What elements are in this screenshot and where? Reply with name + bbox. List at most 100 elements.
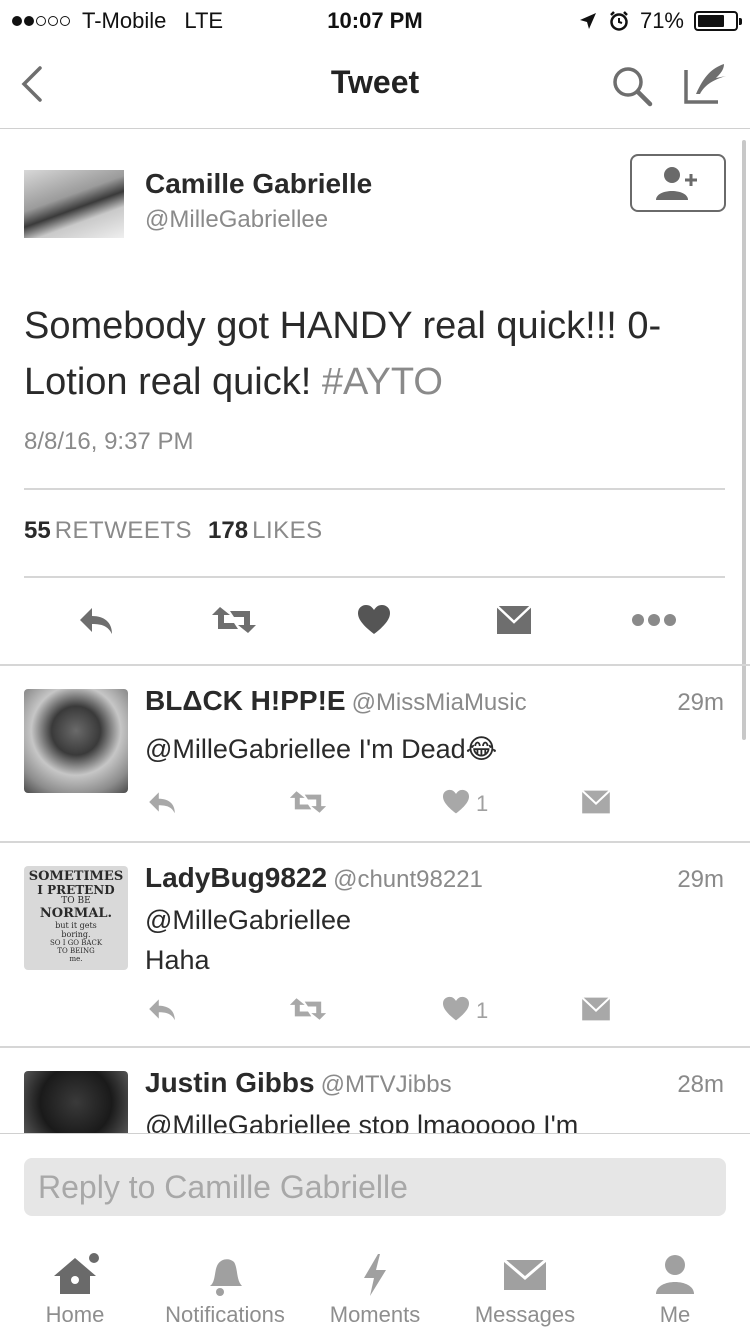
location-arrow-icon: [579, 13, 596, 29]
add-user-icon: [656, 167, 697, 200]
reply-time: 29m: [677, 866, 724, 893]
battery-icon: [694, 11, 742, 31]
reply-author[interactable]: Justin Gibbs @MTVJibbs: [145, 1067, 452, 1099]
likes-label: LIKES: [252, 517, 323, 544]
tab-home[interactable]: Home: [0, 1234, 150, 1334]
reply-tweet[interactable]: Justin Gibbs @MTVJibbs 28m @MilleGabriell…: [0, 1047, 750, 1133]
reply-author-handle: @MTVJibbs: [320, 1071, 452, 1098]
more-options-button[interactable]: [630, 600, 678, 640]
reply-input[interactable]: [24, 1158, 726, 1216]
like-button[interactable]: [436, 992, 476, 1026]
direct-message-button[interactable]: [490, 600, 538, 640]
reply-author-handle: @MissMiaMusic: [351, 689, 527, 716]
compose-tweet-button[interactable]: [682, 58, 730, 108]
like-count: 1: [476, 791, 489, 816]
tab-messages[interactable]: Messages: [450, 1234, 600, 1334]
retweet-button[interactable]: [288, 992, 328, 1026]
envelope-icon: [503, 1258, 547, 1290]
like-count: 1: [476, 998, 489, 1023]
tab-label: Home: [45, 1302, 105, 1327]
avatar-text: I PRETEND: [37, 883, 115, 897]
reply-avatar[interactable]: SOMETIMES I PRETEND TO BE NORMAL. but it…: [24, 866, 128, 970]
reply-text: @MilleGabriellee Haha: [145, 900, 705, 980]
retweet-icon: [212, 607, 256, 633]
reply-actions: 1: [0, 992, 750, 1032]
avatar-text: TO BEING: [57, 947, 95, 955]
reply-text: @MilleGabriellee I'm Dead😂: [145, 734, 498, 764]
reply-icon: [149, 792, 175, 814]
reply-text: @MilleGabriellee stop lmaooooo I'm: [145, 1110, 579, 1133]
retweets-stat[interactable]: 55 RETWEETS: [24, 517, 192, 545]
scrollbar[interactable]: [742, 140, 746, 740]
reply-text-line: @MilleGabriellee: [145, 905, 351, 935]
reply-author[interactable]: LadyBug9822 @chunt98221: [145, 862, 483, 894]
more-dots-icon: [632, 614, 676, 626]
avatar-text: SOMETIMES: [28, 869, 124, 884]
reply-time: 29m: [677, 689, 724, 716]
reply-tweet[interactable]: BLΔCK H!PP!E @MissMiaMusic 29m @MilleGabr…: [0, 665, 750, 841]
envelope-icon: [581, 789, 611, 814]
retweets-count: 55: [24, 517, 51, 544]
status-right: 71%: [578, 8, 742, 34]
search-icon: [613, 67, 653, 107]
tab-notifications[interactable]: Notifications: [150, 1234, 300, 1334]
avatar-text: TO BE: [61, 896, 91, 906]
reply-button[interactable]: [142, 785, 182, 819]
retweet-icon: [289, 998, 327, 1020]
reply-avatar[interactable]: [24, 1071, 128, 1133]
alarm-icon: [610, 11, 628, 31]
reply-icon: [80, 608, 112, 634]
tab-bar: Home Notifications Moments Messages Me: [0, 1234, 750, 1334]
tab-label: Messages: [474, 1302, 576, 1327]
reply-author-name: Justin Gibbs: [145, 1067, 315, 1098]
reply-icon: [149, 999, 175, 1021]
tweet-timestamp: 8/8/16, 9:37 PM: [24, 428, 194, 455]
compose-icon: [684, 64, 726, 104]
reply-tweet[interactable]: SOMETIMES I PRETEND TO BE NORMAL. but it…: [0, 842, 750, 1046]
bell-icon: [210, 1259, 242, 1296]
tab-label: Moments: [329, 1302, 421, 1327]
retweet-button[interactable]: [288, 785, 328, 819]
follow-button[interactable]: [630, 154, 726, 212]
reply-author-handle: @chunt98221: [333, 866, 483, 893]
reply-avatar[interactable]: [24, 689, 128, 793]
tab-me[interactable]: Me: [600, 1234, 750, 1334]
reply-actions: 1: [0, 785, 750, 825]
status-bar: T-Mobile LTE 10:07 PM 71%: [0, 0, 750, 40]
hashtag-link[interactable]: #AYTO: [322, 361, 443, 403]
likes-stat[interactable]: 178 LIKES: [208, 517, 323, 545]
tweet-text: Somebody got HANDY real quick!!! 0-Lotio…: [24, 298, 714, 410]
avatar-text: boring.: [61, 930, 91, 939]
direct-message-button[interactable]: [576, 785, 616, 819]
direct-message-button[interactable]: [576, 992, 616, 1026]
like-button[interactable]: [436, 785, 476, 819]
envelope-icon: [581, 996, 611, 1021]
tab-moments[interactable]: Moments: [300, 1234, 450, 1334]
person-icon: [656, 1255, 694, 1294]
reply-author-name: LadyBug9822: [145, 862, 328, 893]
reply-author[interactable]: BLΔCK H!PP!E @MissMiaMusic: [145, 685, 527, 717]
retweets-label: RETWEETS: [54, 517, 193, 544]
divider: [24, 488, 725, 490]
retweet-icon: [289, 791, 327, 813]
author-name[interactable]: Camille Gabrielle: [145, 168, 372, 200]
navigation-bar: Tweet: [0, 40, 750, 129]
search-button[interactable]: [608, 62, 656, 110]
avatar-text: SO I GO BACK: [49, 939, 103, 947]
heart-icon: [443, 789, 469, 814]
reply-button[interactable]: [72, 600, 120, 640]
retweet-button[interactable]: [210, 600, 258, 640]
heart-icon: [358, 605, 390, 634]
lightning-icon: [364, 1254, 386, 1296]
envelope-icon: [496, 605, 532, 634]
author-handle[interactable]: @MilleGabriellee: [145, 206, 328, 234]
heart-icon: [443, 996, 469, 1021]
likes-count: 178: [208, 517, 249, 544]
author-avatar[interactable]: [24, 170, 124, 238]
reply-button[interactable]: [142, 992, 182, 1026]
like-button[interactable]: [350, 600, 398, 640]
reply-text-line: Haha: [145, 945, 210, 975]
avatar-text: but it gets: [55, 921, 97, 930]
avatar-text: NORMAL.: [39, 906, 113, 921]
battery-percent: 71%: [639, 8, 684, 33]
